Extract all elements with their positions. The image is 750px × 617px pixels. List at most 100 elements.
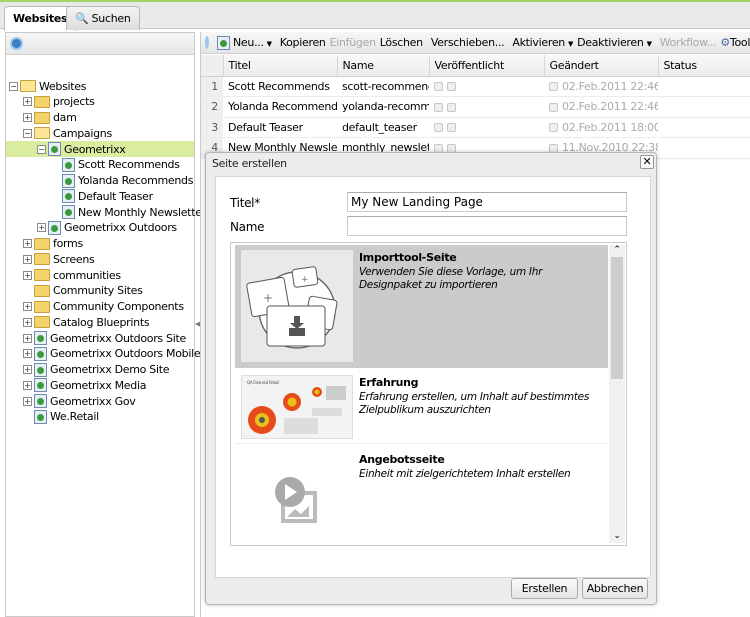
template-item-importtool[interactable]: + + Importtool-Seite Verwenden Sie diese … — [235, 245, 608, 368]
svg-text:QA Financial Retail: QA Financial Retail — [247, 380, 279, 385]
table-row[interactable]: 3 Default Teaser default_teaser 02.Feb.2… — [201, 117, 750, 138]
table-row[interactable]: 1 Scott Recommends scott-recommends 02.F… — [201, 76, 750, 97]
expand-icon[interactable]: + — [23, 254, 32, 264]
move-button[interactable]: Verschieben... — [431, 36, 505, 49]
tree-item-label: Community Components — [53, 300, 184, 313]
close-icon[interactable]: ✕ — [640, 155, 654, 169]
column-header-published[interactable]: Veröffentlicht — [429, 55, 545, 77]
tree-item-label: Scott Recommends — [78, 158, 180, 172]
expand-icon[interactable]: + — [23, 302, 32, 311]
expand-icon[interactable]: + — [23, 113, 32, 122]
tree-item[interactable]: + projects — [6, 94, 194, 110]
cell-name: scott-recommends — [337, 76, 429, 97]
expand-icon[interactable]: + — [23, 349, 32, 359]
create-page-dialog: Seite erstellen ✕ Titel* Name ++ Importt… — [205, 152, 657, 605]
folder-icon — [34, 95, 50, 108]
tree-item[interactable]: + Catalog Blueprints — [6, 314, 194, 330]
column-header-status[interactable]: Status — [658, 55, 750, 77]
page-icon — [62, 189, 75, 204]
page-icon — [217, 35, 230, 50]
tree-item[interactable]: Default Teaser — [6, 188, 194, 204]
row-number-header — [201, 55, 224, 77]
tree-item[interactable]: We.Retail — [6, 409, 194, 425]
column-header-modified[interactable]: Geändert — [544, 55, 659, 77]
page-icon — [34, 331, 47, 345]
tree-item-label: Geometrixx Media — [50, 378, 147, 392]
modified-date: 02.Feb.2011 22:46 (A — [562, 100, 658, 114]
tree-item[interactable]: + Geometrixx Gov — [6, 393, 194, 409]
template-item-erfahrung[interactable]: QA Financial Retail Erfahrung Erfahrung … — [235, 370, 608, 444]
page-icon — [34, 394, 47, 408]
new-button[interactable]: Neu... ▼ — [217, 35, 272, 50]
tree-item[interactable]: − Websites — [6, 78, 194, 94]
scroll-up-icon[interactable]: ⌃ — [609, 245, 625, 255]
collapse-icon[interactable]: − — [9, 81, 18, 91]
tab-suchen[interactable]: 🔍 Suchen — [66, 6, 140, 30]
tree-item[interactable]: Yolanda Recommends — [6, 173, 194, 189]
tree-item[interactable]: + Geometrixx Outdoors Mobile Site — [6, 346, 224, 362]
tree-item[interactable]: + Geometrixx Outdoors Site — [6, 330, 194, 346]
template-list: + + Importtool-Seite Verwenden Sie diese … — [230, 242, 627, 546]
svg-text:+: + — [301, 275, 308, 285]
tree-item-label: Geometrixx Outdoors Mobile Site — [50, 347, 224, 361]
tree-item[interactable]: + Community Components — [6, 299, 194, 315]
tree-item[interactable]: + Geometrixx Outdoors — [6, 220, 194, 236]
template-list-scrollbar[interactable]: ⌃ ⌄ — [609, 245, 625, 543]
refresh-icon[interactable] — [205, 36, 209, 49]
list-toolbar: Neu... ▼ Kopieren Einfügen Löschen Versch… — [201, 32, 750, 54]
row-number: 1 — [201, 76, 223, 97]
expand-icon[interactable]: + — [23, 270, 32, 280]
scroll-down-icon[interactable]: ⌄ — [609, 531, 625, 541]
tree-item-label: forms — [53, 237, 83, 250]
expand-icon[interactable]: + — [23, 97, 32, 107]
tree-item-label: Geometrixx Gov — [50, 394, 136, 408]
tree-item[interactable]: + communities — [6, 267, 194, 283]
tools-button[interactable]: ⚙Tools▼ — [720, 36, 750, 49]
paste-button[interactable]: Einfügen — [330, 36, 376, 49]
tree-item-label: communities — [53, 268, 121, 282]
collapse-icon[interactable]: − — [37, 144, 46, 154]
tree-item[interactable]: + forms — [6, 236, 194, 252]
tree-item[interactable]: New Monthly Newsletter — [6, 204, 206, 220]
template-item-angebotsseite[interactable]: Angebotsseite Einheit mit zielgerichtete… — [235, 447, 608, 545]
tree-item-label: Campaigns — [53, 126, 112, 140]
cell-name: default_teaser — [337, 117, 429, 138]
collapse-icon[interactable]: − — [23, 128, 32, 138]
deactivate-button[interactable]: Deaktivieren ▼ — [577, 36, 652, 49]
page-icon — [62, 157, 75, 172]
tree-item[interactable]: + dam — [6, 110, 194, 126]
published-status-icon — [447, 102, 456, 112]
expand-icon[interactable]: + — [37, 223, 46, 233]
expand-icon[interactable]: + — [23, 365, 32, 374]
tab-label: Websites — [13, 12, 68, 25]
tree-item[interactable]: + Geometrixx Demo Site — [6, 362, 194, 378]
tree-item[interactable]: + Geometrixx Media — [6, 377, 194, 393]
workflow-button[interactable]: Workflow... — [660, 36, 717, 49]
refresh-icon[interactable] — [10, 37, 23, 50]
cancel-button[interactable]: Abbrechen — [582, 578, 648, 599]
scrollbar-thumb[interactable] — [611, 257, 623, 379]
title-input[interactable] — [347, 192, 627, 212]
column-header-name[interactable]: Name — [337, 55, 430, 77]
expand-icon[interactable]: + — [23, 317, 32, 327]
tree-item[interactable]: Scott Recommends — [6, 157, 194, 173]
expand-icon[interactable]: + — [23, 333, 32, 343]
pages-table: Titel Name Veröffentlicht Geändert Statu… — [201, 55, 750, 159]
activate-button[interactable]: Aktivieren ▼ — [512, 36, 573, 49]
delete-button[interactable]: Löschen — [380, 36, 423, 49]
expand-icon[interactable]: + — [23, 396, 32, 406]
create-button[interactable]: Erstellen — [511, 578, 578, 599]
expand-icon[interactable]: + — [23, 239, 32, 248]
column-header-title[interactable]: Titel — [223, 55, 338, 77]
tree-item[interactable]: − Geometrixx — [6, 141, 194, 157]
name-input[interactable] — [347, 216, 627, 236]
tree-item[interactable]: + Screens — [6, 251, 194, 267]
tree-item[interactable]: Community Sites — [6, 283, 194, 299]
table-row[interactable]: 2 Yolanda Recommends yolanda-recomme... … — [201, 96, 750, 118]
published-status-icon — [434, 123, 443, 133]
expand-icon[interactable]: + — [23, 380, 32, 390]
tree-item[interactable]: − Campaigns — [6, 125, 194, 141]
page-icon — [34, 362, 47, 377]
copy-button[interactable]: Kopieren — [280, 36, 326, 49]
